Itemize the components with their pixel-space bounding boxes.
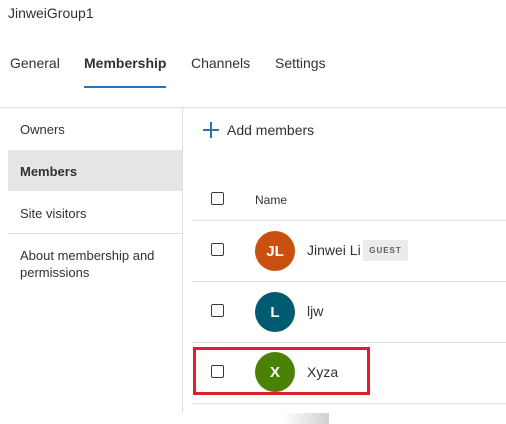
sidebar-item-owners[interactable]: Owners [8, 122, 182, 137]
add-members-button[interactable]: Add members [203, 120, 314, 140]
group-title: JinweiGroup1 [8, 5, 94, 21]
plus-icon [203, 122, 219, 138]
sidebar-divider [8, 233, 182, 234]
name-column-header[interactable]: Name [255, 193, 287, 207]
member-name[interactable]: Jinwei Li [307, 242, 361, 258]
sidebar-item-members[interactable]: Members [8, 150, 182, 191]
row-divider [193, 342, 506, 343]
member-name[interactable]: ljw [307, 303, 323, 319]
tab-membership[interactable]: Membership [84, 55, 167, 88]
row-checkbox[interactable] [211, 304, 224, 317]
sidebar-item-site-visitors[interactable]: Site visitors [8, 206, 182, 221]
row-divider [193, 403, 506, 404]
panel-divider [182, 108, 183, 413]
header-divider [0, 107, 506, 108]
row-divider [193, 281, 506, 282]
avatar: JL [255, 231, 295, 271]
tab-settings[interactable]: Settings [275, 55, 326, 71]
avatar: L [255, 292, 295, 332]
scroll-indicator [283, 413, 329, 424]
highlight-annotation-box [193, 347, 370, 395]
guest-badge: GUEST [363, 240, 408, 261]
tab-general[interactable]: General [10, 55, 60, 71]
add-members-label: Add members [227, 122, 315, 138]
row-divider [193, 220, 506, 221]
tab-channels[interactable]: Channels [191, 55, 250, 71]
row-checkbox[interactable] [211, 243, 224, 256]
select-all-checkbox[interactable] [211, 192, 224, 205]
sidebar-item-about-membership[interactable]: About membership and permissions [8, 247, 182, 281]
